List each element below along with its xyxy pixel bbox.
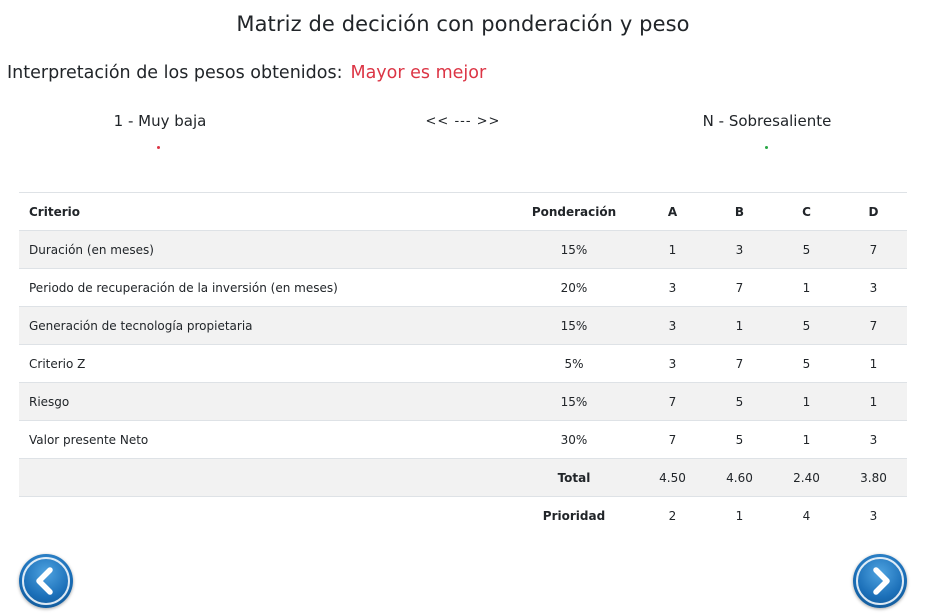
total-value-b: 4.60 bbox=[706, 458, 773, 497]
total-label: Total bbox=[509, 458, 639, 497]
total-value-c: 2.40 bbox=[773, 458, 840, 497]
scale-middle-label: << --- >> bbox=[425, 114, 501, 129]
row-value-c: 5 bbox=[773, 306, 840, 345]
table-row: Criterio Z 5% 3 7 5 1 bbox=[19, 344, 907, 383]
scale-low-label: 1 - Muy baja bbox=[113, 112, 207, 130]
interpretation-value: Mayor es mejor bbox=[350, 63, 487, 83]
interpretation-line: Interpretación de los pesos obtenidos: Ma… bbox=[7, 63, 486, 83]
total-value-d: 3.80 bbox=[840, 458, 907, 497]
row-criterio: Duración (en meses) bbox=[19, 230, 509, 269]
row-criterio: Periodo de recuperación de la inversión … bbox=[19, 268, 509, 307]
decision-matrix-table: Criterio Ponderación A B C D Duración (e… bbox=[19, 192, 907, 535]
row-value-c: 1 bbox=[773, 268, 840, 307]
row-value-a: 7 bbox=[639, 420, 706, 459]
priority-row: Prioridad 2 1 4 3 bbox=[19, 496, 907, 535]
total-row-spacer bbox=[19, 458, 509, 497]
chevron-left-icon bbox=[36, 567, 53, 595]
row-criterio: Valor presente Neto bbox=[19, 420, 509, 459]
header-option-b: B bbox=[706, 192, 773, 231]
row-value-a: 3 bbox=[639, 344, 706, 383]
scale-high-label: N - Sobresaliente bbox=[702, 112, 832, 130]
scale-low-dot bbox=[157, 146, 160, 149]
row-ponderacion: 5% bbox=[509, 344, 639, 383]
row-value-a: 1 bbox=[639, 230, 706, 269]
header-option-c: C bbox=[773, 192, 840, 231]
row-value-d: 7 bbox=[840, 306, 907, 345]
row-ponderacion: 15% bbox=[509, 306, 639, 345]
row-criterio: Riesgo bbox=[19, 382, 509, 421]
priority-value-b: 1 bbox=[706, 496, 773, 535]
table-row: Periodo de recuperación de la inversión … bbox=[19, 268, 907, 307]
row-ponderacion: 15% bbox=[509, 382, 639, 421]
row-ponderacion: 15% bbox=[509, 230, 639, 269]
previous-button[interactable] bbox=[19, 554, 73, 608]
table-row: Duración (en meses) 15% 1 3 5 7 bbox=[19, 230, 907, 269]
row-value-c: 5 bbox=[773, 230, 840, 269]
row-value-d: 7 bbox=[840, 230, 907, 269]
total-row: Total 4.50 4.60 2.40 3.80 bbox=[19, 458, 907, 497]
row-value-a: 3 bbox=[639, 268, 706, 307]
row-value-d: 3 bbox=[840, 268, 907, 307]
row-ponderacion: 30% bbox=[509, 420, 639, 459]
row-value-d: 1 bbox=[840, 344, 907, 383]
next-button[interactable] bbox=[853, 554, 907, 608]
header-criterio: Criterio bbox=[19, 192, 509, 231]
row-value-a: 7 bbox=[639, 382, 706, 421]
table-row: Valor presente Neto 30% 7 5 1 3 bbox=[19, 420, 907, 459]
row-value-c: 1 bbox=[773, 382, 840, 421]
header-option-a: A bbox=[639, 192, 706, 231]
row-value-d: 1 bbox=[840, 382, 907, 421]
priority-row-spacer bbox=[19, 496, 509, 535]
scale-high-dot bbox=[765, 146, 768, 149]
table-row: Generación de tecnología propietaria 15%… bbox=[19, 306, 907, 345]
row-value-d: 3 bbox=[840, 420, 907, 459]
row-value-b: 3 bbox=[706, 230, 773, 269]
row-ponderacion: 20% bbox=[509, 268, 639, 307]
row-criterio: Criterio Z bbox=[19, 344, 509, 383]
priority-value-d: 3 bbox=[840, 496, 907, 535]
page-title: Matriz de decición con ponderación y pes… bbox=[236, 12, 690, 36]
priority-value-a: 2 bbox=[639, 496, 706, 535]
row-value-a: 3 bbox=[639, 306, 706, 345]
header-option-d: D bbox=[840, 192, 907, 231]
row-value-b: 1 bbox=[706, 306, 773, 345]
table-row: Riesgo 15% 7 5 1 1 bbox=[19, 382, 907, 421]
priority-value-c: 4 bbox=[773, 496, 840, 535]
row-criterio: Generación de tecnología propietaria bbox=[19, 306, 509, 345]
priority-label: Prioridad bbox=[509, 496, 639, 535]
row-value-c: 5 bbox=[773, 344, 840, 383]
table-header-row: Criterio Ponderación A B C D bbox=[19, 192, 907, 231]
interpretation-label: Interpretación de los pesos obtenidos: bbox=[7, 63, 343, 83]
total-value-a: 4.50 bbox=[639, 458, 706, 497]
header-ponderacion: Ponderación bbox=[509, 192, 639, 231]
chevron-right-icon bbox=[873, 567, 890, 595]
row-value-b: 5 bbox=[706, 382, 773, 421]
row-value-c: 1 bbox=[773, 420, 840, 459]
row-value-b: 7 bbox=[706, 268, 773, 307]
row-value-b: 5 bbox=[706, 420, 773, 459]
row-value-b: 7 bbox=[706, 344, 773, 383]
